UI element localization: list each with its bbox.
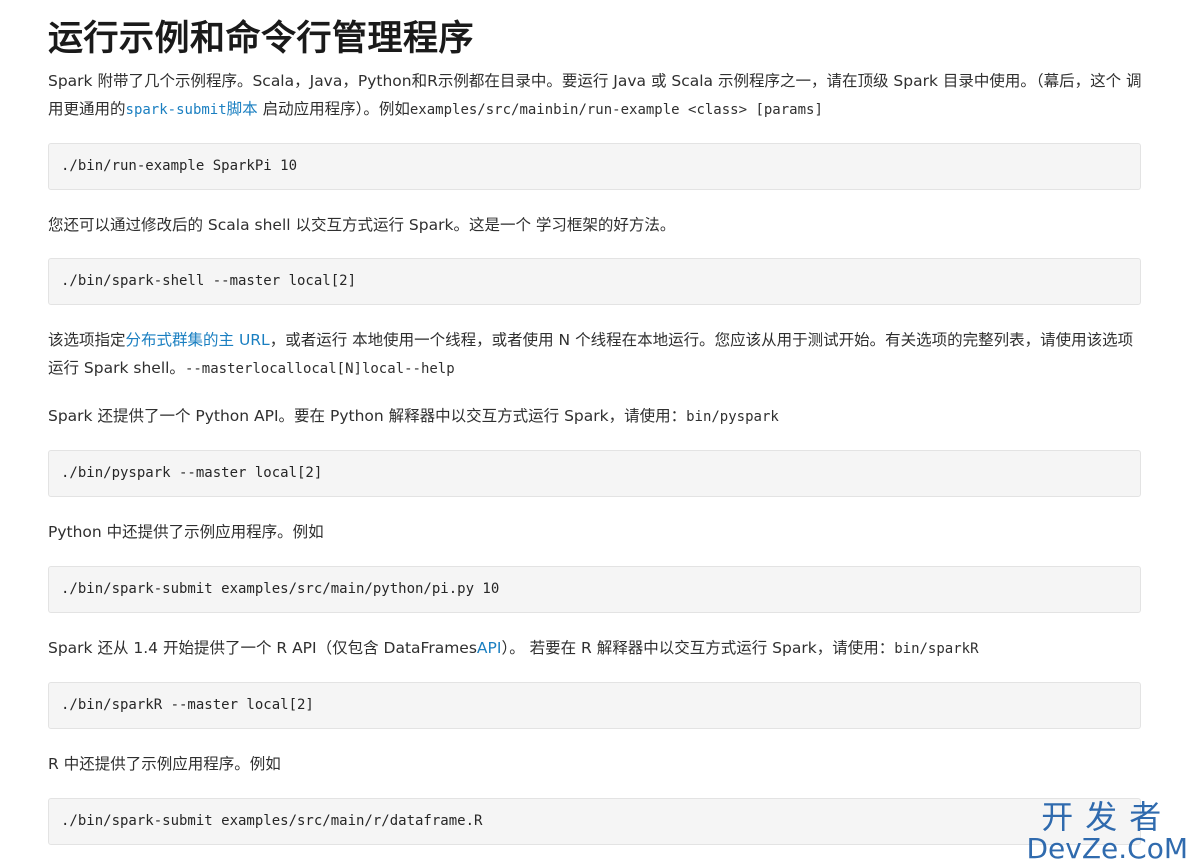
pyspark-inline-code: bin/pyspark [686, 409, 779, 425]
code-block-spark-shell: ./bin/spark-shell --master local[2] [48, 258, 1141, 305]
spark-submit-link-code[interactable]: spark-submit [126, 102, 227, 118]
master-inline-code: --masterlocallocal[N]local--help [184, 361, 455, 377]
scala-shell-paragraph: 您还可以通过修改后的 Scala shell 以交互方式运行 Spark。这是一… [48, 216, 676, 234]
intro-inline-code: examples/src/mainbin/run-example <class>… [409, 102, 823, 118]
code-block-pyspark: ./bin/pyspark --master local[2] [48, 450, 1141, 497]
intro-paragraph: Spark 附带了几个示例程序。Scala，Java，Python和R示例都在目… [48, 67, 1143, 124]
page-title: 运行示例和命令行管理程序 [48, 19, 475, 59]
r-api-text-b: ）。 若要在 R 解释器中以交互方式运行 Spark，请使用： [501, 639, 895, 657]
watermark-cn-text: 开发者 [1041, 798, 1174, 836]
r-api-link[interactable]: API [477, 639, 502, 657]
master-url-link[interactable]: 分布式群集的主 URL [126, 331, 270, 349]
r-examples-paragraph: R 中还提供了示例应用程序。例如 [48, 755, 281, 773]
python-api-paragraph: Spark 还提供了一个 Python API。要在 Python 解释器中以交… [48, 402, 1143, 431]
master-option-paragraph: 该选项指定分布式群集的主 URL，或者运行 本地使用一个线程，或者使用 N 个线… [48, 326, 1143, 383]
code-block-python-pi: ./bin/spark-submit examples/src/main/pyt… [48, 566, 1141, 613]
r-api-paragraph: Spark 还从 1.4 开始提供了一个 R API（仅包含 DataFrame… [48, 634, 1143, 663]
master-text-a: 该选项指定 [48, 331, 126, 349]
intro-text-b: 启动应用程序）。例如 [257, 100, 410, 118]
devze-watermark-logo: 开发者 DevZe.CoM [1026, 801, 1188, 863]
sparkr-inline-code: bin/sparkR [894, 641, 979, 657]
spark-submit-link[interactable]: spark-submit脚本 [126, 100, 258, 118]
code-block-r-dataframe: ./bin/spark-submit examples/src/main/r/d… [48, 798, 1141, 845]
spark-submit-link-text[interactable]: 脚本 [227, 100, 258, 118]
article-page: 运行示例和命令行管理程序 Spark 附带了几个示例程序。Scala，Java，… [0, 0, 1200, 867]
r-api-text-a: Spark 还从 1.4 开始提供了一个 R API（仅包含 DataFrame… [48, 639, 477, 657]
watermark-en-text: DevZe.CoM [1026, 832, 1188, 865]
code-block-run-example: ./bin/run-example SparkPi 10 [48, 143, 1141, 190]
python-examples-paragraph: Python 中还提供了示例应用程序。例如 [48, 523, 324, 541]
code-block-sparkr: ./bin/sparkR --master local[2] [48, 682, 1141, 729]
python-api-text: Spark 还提供了一个 Python API。要在 Python 解释器中以交… [48, 407, 687, 425]
